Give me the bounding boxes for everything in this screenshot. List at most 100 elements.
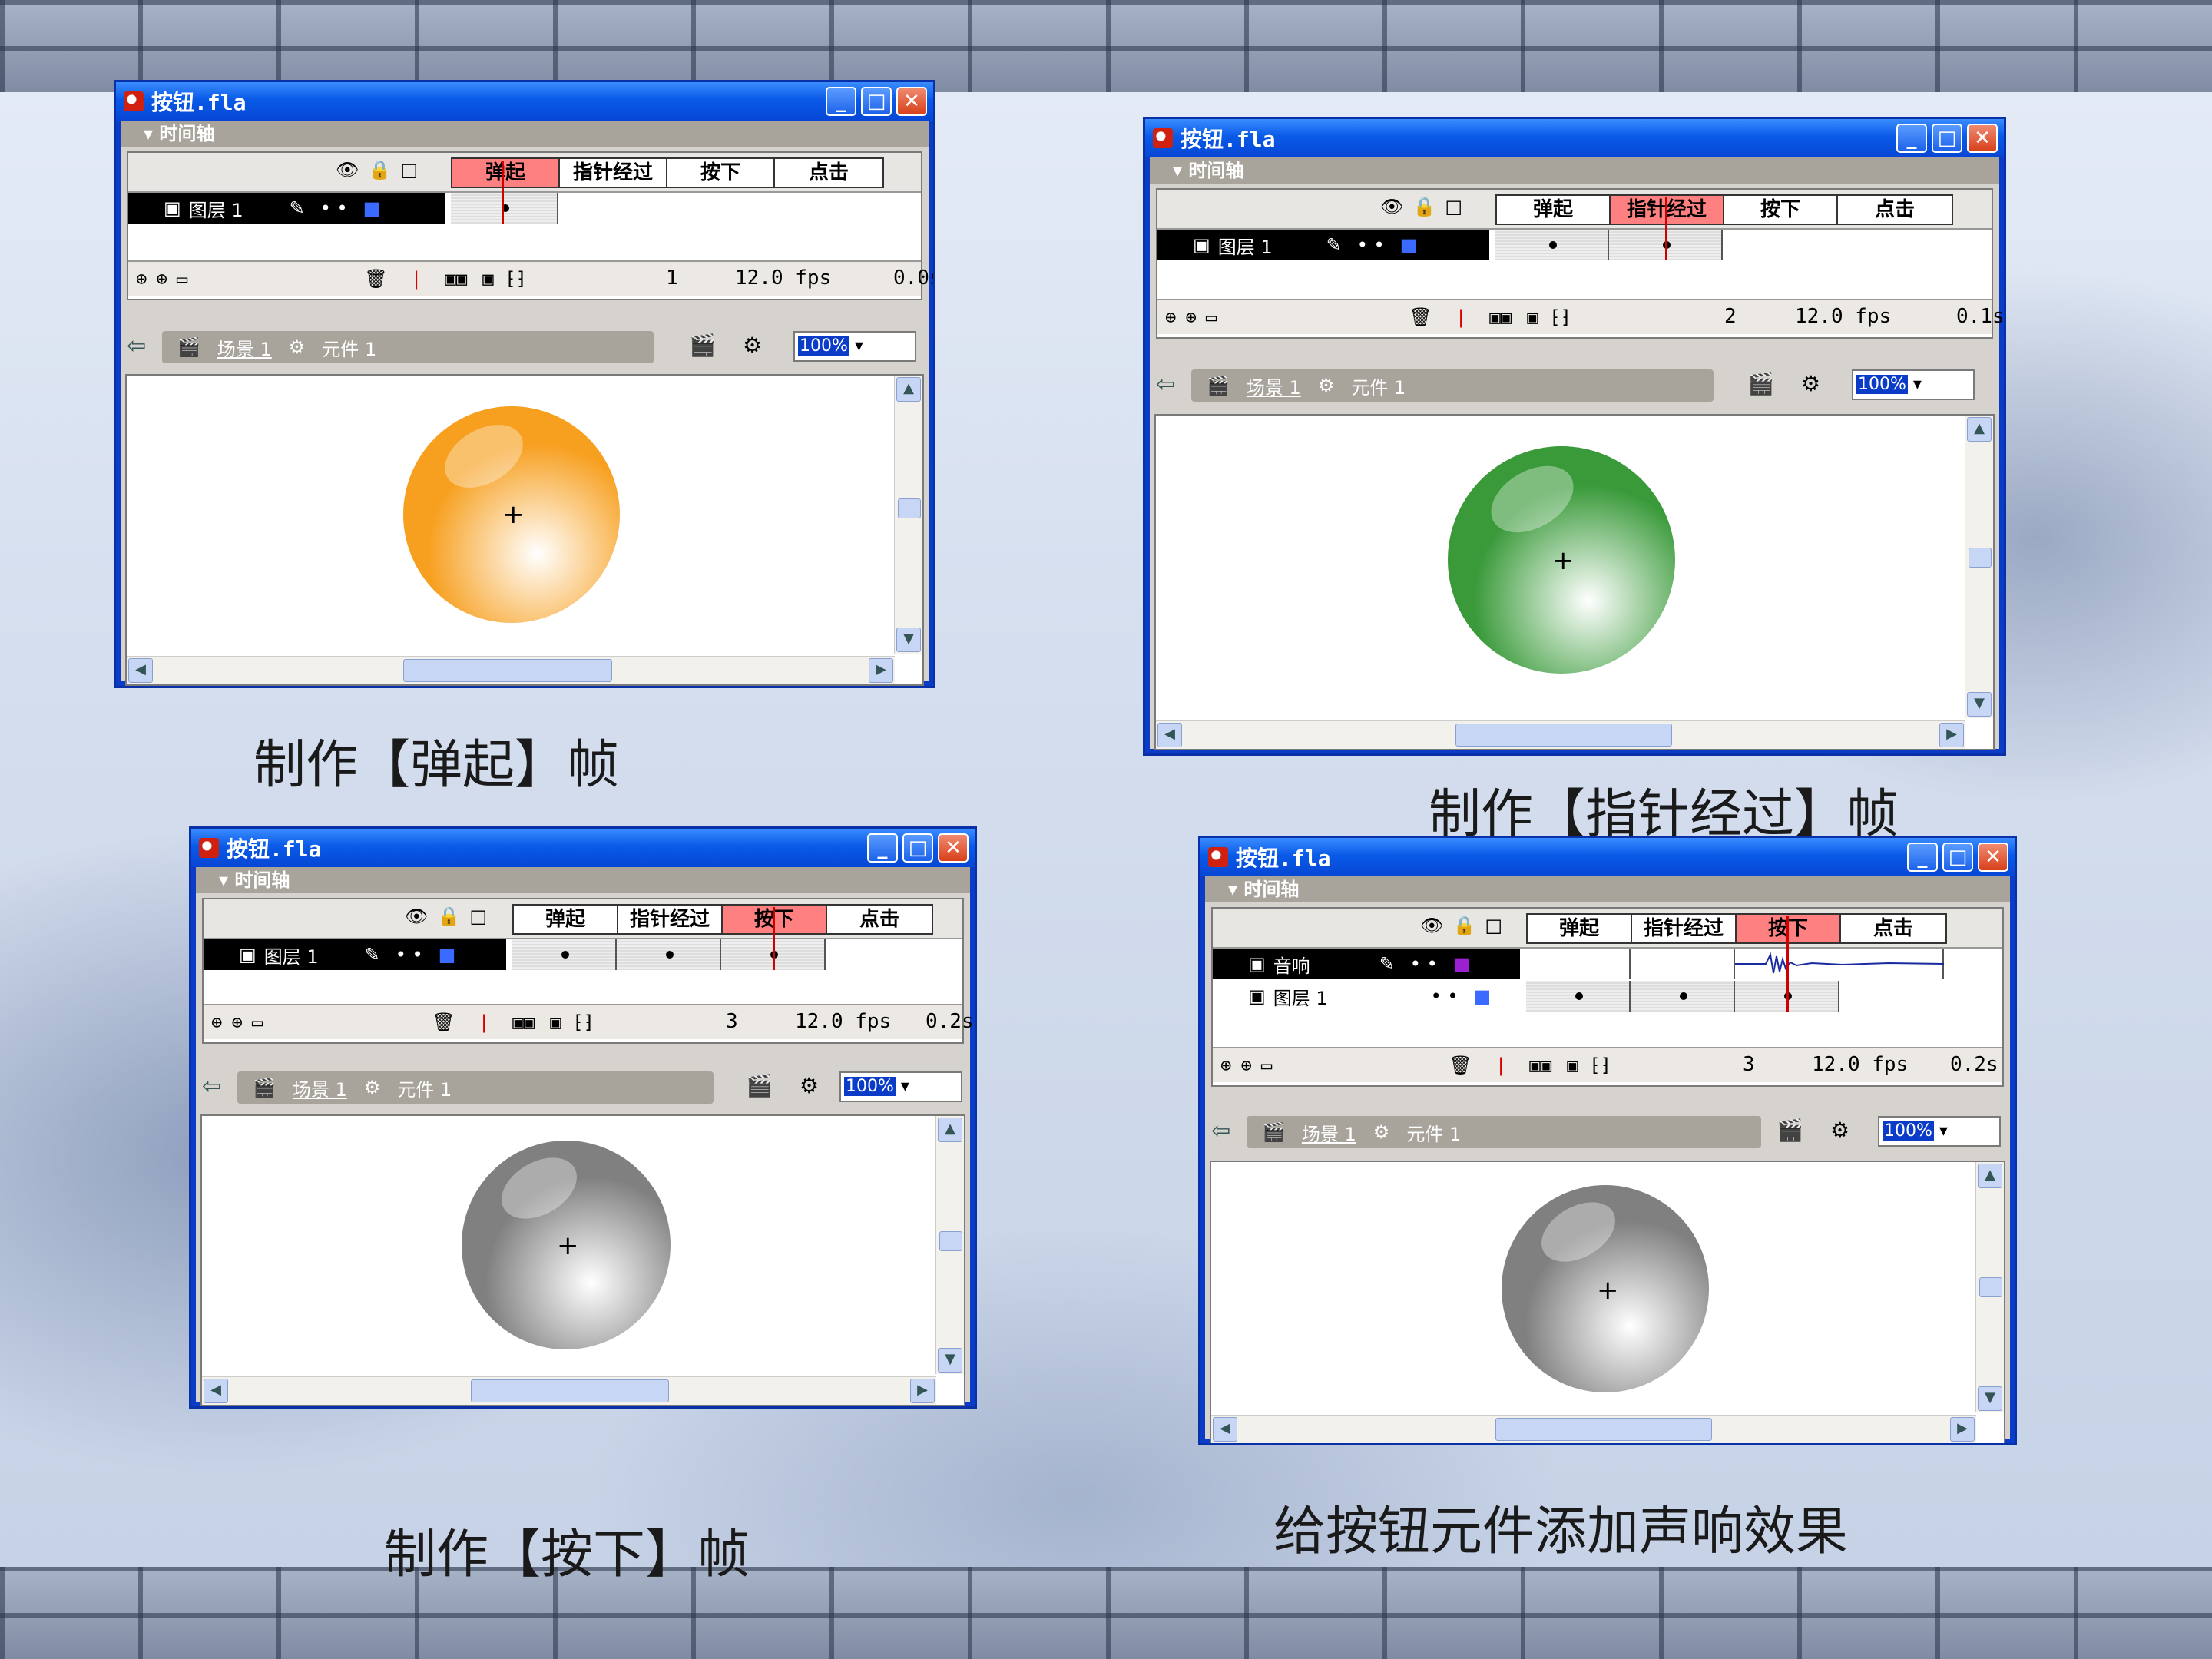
- lock-icon[interactable]: 🔒: [1412, 196, 1435, 217]
- frame-cells-sound[interactable]: [1526, 949, 1944, 979]
- vertical-scrollbar[interactable]: ▲ ▼: [894, 376, 922, 654]
- tab-hit[interactable]: 点击: [775, 159, 882, 187]
- tab-over[interactable]: 指针经过: [618, 906, 723, 933]
- back-arrow-icon[interactable]: ⇦: [202, 1073, 221, 1100]
- maximize-button[interactable]: □: [861, 87, 892, 116]
- layer-row[interactable]: ▣ 图层 1 • • ■: [1213, 981, 1520, 1012]
- layer-row[interactable]: ▣ 图层 1 ✎ • • ■: [128, 193, 445, 224]
- zoom-select[interactable]: 100% ▾: [793, 331, 916, 362]
- outline-square-icon[interactable]: □: [469, 906, 487, 927]
- eye-icon[interactable]: 👁: [336, 159, 359, 180]
- edit-scene-icon[interactable]: 🎬: [1777, 1118, 1803, 1143]
- add-guide-icon[interactable]: ⊕: [1240, 1055, 1251, 1076]
- horizontal-scrollbar[interactable]: ◀ ▶: [1211, 1415, 1976, 1443]
- title-bar[interactable]: 按钮.fla _ □ ✕: [1145, 119, 2004, 157]
- stage[interactable]: + ▲ ▼ ◀ ▶: [1154, 414, 1995, 750]
- tab-up[interactable]: 弹起: [514, 906, 618, 933]
- maximize-button[interactable]: □: [1942, 843, 1973, 872]
- playhead[interactable]: [773, 907, 775, 970]
- back-arrow-icon[interactable]: ⇦: [1211, 1118, 1230, 1144]
- edit-multiple-icon[interactable]: ▣ ⁅⁆: [1527, 306, 1571, 328]
- lock-icon[interactable]: 🔒: [437, 906, 460, 927]
- tab-up[interactable]: 弹起: [1528, 915, 1632, 942]
- symbol-label[interactable]: 元件 1: [1351, 373, 1406, 399]
- tab-down[interactable]: 按下: [667, 159, 775, 187]
- add-layer-icon[interactable]: ⊕: [1220, 1055, 1231, 1076]
- lock-icon[interactable]: 🔒: [1452, 915, 1475, 936]
- minimize-button[interactable]: _: [826, 87, 856, 116]
- eye-icon[interactable]: 👁: [1420, 915, 1443, 936]
- edit-scene-icon[interactable]: 🎬: [746, 1073, 773, 1098]
- scene-link[interactable]: 场景 1: [293, 1075, 347, 1101]
- close-button[interactable]: ✕: [896, 87, 927, 116]
- tab-up[interactable]: 弹起: [452, 159, 560, 187]
- frame-cells[interactable]: [1526, 981, 1944, 1012]
- tab-over[interactable]: 指针经过: [560, 159, 667, 187]
- playhead[interactable]: [1665, 197, 1667, 260]
- edit-multiple-icon[interactable]: ▣ ⁅⁆: [1567, 1055, 1611, 1076]
- edit-symbol-icon[interactable]: ⚙: [1830, 1118, 1849, 1143]
- stage[interactable]: + ▲ ▼ ◀ ▶: [1210, 1161, 2005, 1443]
- close-button[interactable]: ✕: [938, 833, 969, 863]
- add-guide-icon[interactable]: ⊕: [1185, 306, 1196, 328]
- stage[interactable]: + ▲ ▼ ◀ ▶: [200, 1114, 965, 1406]
- zoom-select[interactable]: 100% ▾: [1878, 1116, 2001, 1147]
- tab-over[interactable]: 指针经过: [1632, 915, 1737, 942]
- maximize-button[interactable]: □: [902, 833, 933, 863]
- playhead[interactable]: [1786, 916, 1789, 1012]
- add-folder-icon[interactable]: ▭: [252, 1012, 263, 1033]
- tab-hit[interactable]: 点击: [1841, 915, 1945, 942]
- frame-cells[interactable]: [512, 939, 930, 970]
- add-folder-icon[interactable]: ▭: [1206, 306, 1217, 328]
- symbol-label[interactable]: 元件 1: [397, 1075, 452, 1101]
- vertical-scrollbar[interactable]: ▲ ▼: [935, 1116, 964, 1374]
- eye-icon[interactable]: 👁: [1380, 196, 1403, 217]
- frame-cells[interactable]: [1495, 230, 1956, 260]
- horizontal-scrollbar[interactable]: ◀ ▶: [202, 1376, 936, 1405]
- tab-hit[interactable]: 点击: [1838, 196, 1952, 224]
- edit-symbol-icon[interactable]: ⚙: [800, 1073, 819, 1098]
- edit-multiple-icon[interactable]: ▣ ⁅⁆: [482, 268, 527, 290]
- horizontal-scrollbar[interactable]: ◀ ▶: [127, 656, 895, 684]
- center-frame-icon[interactable]: |: [411, 268, 422, 290]
- onion-skin-icon[interactable]: ▣▣: [1489, 306, 1512, 328]
- minimize-button[interactable]: _: [1896, 124, 1927, 153]
- trash-icon[interactable]: 🗑: [1449, 1055, 1472, 1076]
- zoom-select[interactable]: 100% ▾: [839, 1071, 962, 1102]
- eye-icon[interactable]: 👁: [405, 906, 428, 927]
- center-frame-icon[interactable]: |: [1455, 306, 1466, 328]
- title-bar[interactable]: 按钮.fla _ □ ✕: [191, 829, 975, 867]
- zoom-select[interactable]: 100% ▾: [1852, 369, 1975, 400]
- layer-row[interactable]: ▣ 图层 1 ✎ • • ■: [204, 939, 506, 970]
- vertical-scrollbar[interactable]: ▲ ▼: [1965, 416, 1993, 718]
- edit-scene-icon[interactable]: 🎬: [1747, 371, 1774, 396]
- add-layer-icon[interactable]: ⊕: [1165, 306, 1176, 328]
- playhead[interactable]: [502, 161, 504, 224]
- onion-skin-icon[interactable]: ▣▣: [512, 1012, 535, 1033]
- back-arrow-icon[interactable]: ⇦: [127, 333, 146, 359]
- timeline-panel-header[interactable]: ▾ 时间轴: [1150, 157, 1999, 184]
- scene-link[interactable]: 场景 1: [1302, 1119, 1356, 1146]
- edit-scene-icon[interactable]: 🎬: [689, 333, 716, 358]
- add-layer-icon[interactable]: ⊕: [211, 1012, 222, 1033]
- frame-cells[interactable]: [451, 193, 881, 224]
- minimize-button[interactable]: _: [1907, 843, 1938, 872]
- tab-down[interactable]: 按下: [723, 906, 827, 933]
- add-layer-icon[interactable]: ⊕: [136, 268, 147, 290]
- onion-skin-icon[interactable]: ▣▣: [1529, 1055, 1551, 1076]
- layer-row-sound[interactable]: ▣ 音响 ✎ • • ■: [1213, 949, 1520, 979]
- tab-down[interactable]: 按下: [1737, 915, 1841, 942]
- symbol-label[interactable]: 元件 1: [1406, 1119, 1461, 1146]
- symbol-label[interactable]: 元件 1: [322, 334, 376, 361]
- tab-hit[interactable]: 点击: [827, 906, 932, 933]
- trash-icon[interactable]: 🗑: [432, 1012, 455, 1033]
- edit-symbol-icon[interactable]: ⚙: [1801, 371, 1820, 396]
- stage[interactable]: + ▲ ▼ ◀ ▶: [125, 374, 924, 686]
- timeline-panel-header[interactable]: ▾ 时间轴: [196, 867, 970, 893]
- outline-square-icon[interactable]: □: [1445, 196, 1462, 217]
- lock-icon[interactable]: 🔒: [368, 159, 391, 180]
- close-button[interactable]: ✕: [1967, 124, 1998, 153]
- scene-link[interactable]: 场景 1: [1247, 373, 1301, 399]
- tab-down[interactable]: 按下: [1724, 196, 1838, 224]
- add-folder-icon[interactable]: ▭: [1261, 1055, 1272, 1076]
